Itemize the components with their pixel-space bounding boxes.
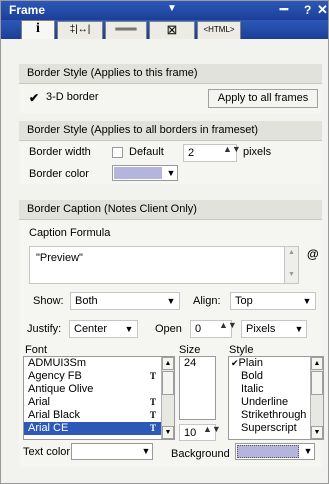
help-icon[interactable]: ?	[304, 3, 311, 17]
scroll-down-icon[interactable]: ▼	[311, 426, 323, 439]
text-color-label: Text color	[23, 446, 71, 458]
open-label: Open	[155, 323, 182, 335]
pixels-label: pixels	[243, 146, 272, 158]
open-unit-chevron-down-icon[interactable]: ▼	[293, 321, 305, 337]
html-icon: <HTML>	[203, 25, 235, 34]
section-heading-frameset-border: Border Style (Applies to all borders in …	[19, 121, 322, 141]
window-title: Frame	[9, 3, 46, 17]
formula-at-button[interactable]: @	[307, 247, 319, 261]
justify-chevron-down-icon[interactable]: ▼	[123, 321, 135, 337]
three-d-border-label: 3-D border	[46, 91, 99, 103]
tab-html[interactable]: <HTML>	[197, 21, 241, 39]
list-item[interactable]: ADMUI3Sm	[24, 357, 174, 370]
list-item[interactable]: Arial Black T	[24, 409, 174, 422]
list-item[interactable]: Superscript	[229, 422, 323, 435]
text-color-chevron-down-icon: ▼	[141, 446, 151, 456]
default-width-checkbox[interactable]	[112, 147, 123, 158]
truetype-icon: T	[149, 423, 156, 433]
style-list[interactable]: ✔Plain Bold Italic Underline Strikethrou…	[228, 356, 324, 440]
size-spinner-icon[interactable]: ▲▼	[203, 425, 221, 441]
scroll-down-icon[interactable]: ▼	[288, 271, 295, 278]
frame-properties-box: Frame ▼ ▪▪▪▪ ? ✕ i ‡|↔| ═══ ⊠ <HTML> Bor…	[0, 0, 329, 484]
background-label: Background	[171, 448, 230, 460]
chevron-down-icon: ▼	[166, 168, 176, 178]
list-item[interactable]: Bold	[229, 370, 323, 383]
font-list-scrollbar[interactable]: ▲ ▼	[161, 357, 174, 439]
style-label: Style	[229, 344, 254, 356]
list-item[interactable]: Underline	[229, 396, 323, 409]
background-color-swatch	[237, 445, 299, 458]
truetype-icon: T	[149, 371, 156, 381]
tab-border[interactable]: ═══	[105, 21, 147, 39]
three-d-border-checkbox[interactable]: ✔	[29, 91, 39, 105]
list-item[interactable]: ✔Plain	[229, 357, 323, 370]
justify-label: Justify:	[27, 323, 62, 335]
section-heading-border-caption: Border Caption (Notes Client Only)	[19, 200, 322, 220]
caption-formula-input[interactable]: "Preview"	[29, 246, 299, 284]
show-label: Show:	[33, 295, 64, 307]
info-icon: i	[36, 21, 40, 36]
list-item[interactable]: Arial T	[24, 396, 174, 409]
border-color-label: Border color	[29, 168, 89, 180]
show-chevron-down-icon[interactable]: ▼	[165, 293, 177, 309]
tab-advanced[interactable]: ⊠	[149, 21, 195, 39]
formula-scrollbar[interactable]: ▲ ▼	[284, 247, 298, 283]
tab-size[interactable]: ‡|↔|	[57, 21, 103, 39]
style-list-scrollbar[interactable]: ▲ ▼	[310, 357, 323, 439]
scroll-down-icon[interactable]: ▼	[162, 426, 174, 439]
tab-strip: i ‡|↔| ═══ ⊠ <HTML>	[1, 20, 328, 39]
text-color-picker[interactable]: ▼	[71, 443, 153, 460]
section-frame-border: ✔ 3-D border Apply to all frames	[19, 85, 322, 113]
list-item[interactable]: Strikethrough	[229, 409, 323, 422]
list-item[interactable]: Antique Olive	[24, 383, 174, 396]
open-spinner-icon[interactable]: ▲▼	[219, 321, 237, 337]
align-chevron-down-icon[interactable]: ▼	[301, 293, 313, 309]
apply-to-all-frames-button[interactable]: Apply to all frames	[208, 89, 318, 108]
section-frameset-border: Border width Default 2 ▲▼ pixels Border …	[19, 142, 322, 184]
list-item[interactable]: 24	[180, 357, 215, 370]
size-list[interactable]: 24	[179, 356, 216, 420]
checkmark-icon: ✔	[231, 358, 239, 368]
advanced-icon: ⊠	[166, 22, 178, 37]
scroll-up-icon[interactable]: ▲	[288, 249, 295, 256]
close-icon[interactable]: ✕	[317, 2, 328, 18]
list-item-selected[interactable]: Arial CE T	[24, 422, 174, 435]
scroll-up-icon[interactable]: ▲	[311, 357, 323, 370]
border-width-spinner-icon[interactable]: ▲▼	[223, 145, 241, 161]
title-bar[interactable]: Frame ▼ ▪▪▪▪ ? ✕	[1, 1, 328, 20]
section-heading-frame-border: Border Style (Applies to this frame)	[19, 64, 322, 84]
default-label: Default	[129, 146, 164, 158]
border-color-swatch	[114, 167, 162, 179]
border-color-picker[interactable]: ▼	[112, 165, 178, 181]
grip-icon[interactable]: ▪▪▪▪	[279, 4, 289, 14]
font-label: Font	[25, 344, 48, 356]
border-icon: ═══	[115, 24, 137, 35]
truetype-icon: T	[149, 397, 156, 407]
list-item[interactable]: Agency FB T	[24, 370, 174, 383]
show-select[interactable]: Both	[70, 292, 180, 310]
scroll-thumb[interactable]	[162, 371, 174, 395]
caption-formula-label: Caption Formula	[29, 227, 111, 239]
scroll-up-icon[interactable]: ▲	[162, 357, 174, 370]
scroll-thumb[interactable]	[311, 371, 323, 395]
truetype-icon: T	[149, 410, 156, 420]
section-border-caption: Caption Formula "Preview" ▲ ▼ @ Show: Bo…	[19, 221, 324, 467]
background-chevron-down-icon: ▼	[303, 446, 313, 456]
background-color-picker[interactable]: ▼	[235, 443, 315, 460]
tab-info[interactable]: i	[21, 20, 55, 39]
list-item[interactable]: Italic	[229, 383, 323, 396]
size-icon: ‡|↔|	[69, 24, 91, 35]
border-width-label: Border width	[29, 146, 91, 158]
size-label: Size	[179, 344, 201, 356]
properties-type-dropdown-icon[interactable]: ▼	[167, 3, 177, 14]
font-list[interactable]: ADMUI3Sm Agency FB T Antique Olive Arial T…	[23, 356, 175, 440]
align-label: Align:	[193, 295, 221, 307]
